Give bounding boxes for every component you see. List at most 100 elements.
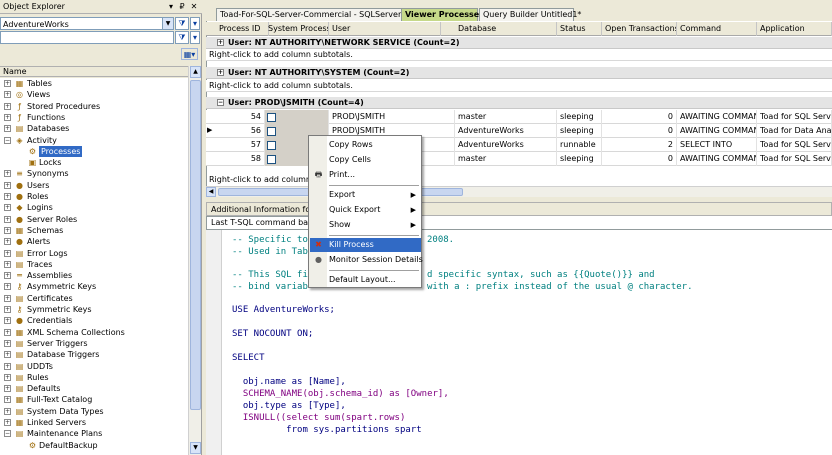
- filter-input[interactable]: [0, 31, 174, 44]
- tree-item-server-triggers[interactable]: + ▤ Server Triggers: [0, 338, 188, 349]
- object-tree[interactable]: + ▦ Tables + ◎ Views + ƒ Stored Procedures + ƒ Func…: [0, 78, 188, 455]
- expand-icon[interactable]: +: [4, 170, 11, 178]
- expand-icon[interactable]: +: [4, 113, 11, 121]
- tree-item-activity[interactable]: − ◈ Activity: [0, 135, 188, 146]
- tree-item-defaults[interactable]: + ▤ Defaults: [0, 383, 188, 394]
- tree-item-defaultbackup[interactable]: ⚙ DefaultBackup: [0, 440, 188, 451]
- tree-item-system-data-types[interactable]: + ▤ System Data Types: [0, 406, 188, 417]
- tree-item-asymmetric-keys[interactable]: + ⚷ Asymmetric Keys: [0, 281, 188, 292]
- tab-query-builder[interactable]: Query Builder Untitled1*: [479, 8, 581, 21]
- tree-item-roles[interactable]: + ● Roles: [0, 191, 188, 202]
- dropdown-icon[interactable]: ▾: [166, 1, 176, 12]
- menu-item-copy-rows[interactable]: Copy Rows: [310, 138, 421, 152]
- expand-icon[interactable]: +: [4, 102, 11, 110]
- scroll-left-icon[interactable]: ◀: [206, 187, 216, 197]
- expand-icon[interactable]: +: [4, 339, 11, 347]
- column-header-user[interactable]: User/: [329, 22, 441, 36]
- system-process-checkbox[interactable]: [267, 141, 276, 150]
- tree-item-databases[interactable]: + ▤ Databases: [0, 123, 188, 134]
- expand-icon[interactable]: +: [4, 306, 11, 313]
- pin-icon[interactable]: ₽: [177, 1, 187, 12]
- close-icon[interactable]: ✕: [189, 1, 199, 12]
- tree-item-locks[interactable]: ▣ Locks: [0, 157, 188, 168]
- tree-item-stored-procedures[interactable]: + ƒ Stored Procedures: [0, 101, 188, 112]
- expand-icon[interactable]: +: [4, 193, 11, 200]
- tree-item-full-text-catalog[interactable]: + ▦ Full-Text Catalog: [0, 394, 188, 405]
- tree-item-database-triggers[interactable]: + ▤ Database Triggers: [0, 349, 188, 360]
- column-header-open-transactions[interactable]: Open Transactions: [602, 22, 677, 36]
- expand-icon[interactable]: +: [4, 294, 11, 302]
- tree-item-views[interactable]: + ◎ Views: [0, 89, 188, 100]
- expand-icon[interactable]: +: [4, 419, 11, 426]
- menu-item-show[interactable]: Show ▶: [310, 218, 421, 232]
- expand-icon[interactable]: +: [4, 362, 11, 370]
- tree-item-linked-servers[interactable]: + ▦ Linked Servers: [0, 417, 188, 428]
- tree-item-schemas[interactable]: + ▦ Schemas: [0, 225, 188, 236]
- tree-item-error-logs[interactable]: + ▤ Error Logs: [0, 248, 188, 259]
- expand-icon[interactable]: +: [4, 407, 11, 415]
- menu-item-monitor-session-details[interactable]: ● Monitor Session Details: [310, 253, 423, 267]
- tree-item-uddts[interactable]: + ▤ UDDTs: [0, 361, 188, 372]
- collapse-icon[interactable]: −: [217, 99, 224, 106]
- system-process-checkbox[interactable]: [267, 155, 276, 164]
- expand-icon[interactable]: +: [4, 238, 11, 246]
- expand-icon[interactable]: +: [4, 260, 11, 268]
- system-process-checkbox[interactable]: [267, 127, 276, 136]
- column-header-application[interactable]: Application: [757, 22, 832, 36]
- expand-icon[interactable]: +: [4, 249, 11, 257]
- tree-item-functions[interactable]: + ƒ Functions: [0, 112, 188, 123]
- expand-icon[interactable]: +: [4, 272, 11, 280]
- table-row[interactable]: 58PROD\JSMITHmastersleeping0AWAITING COM…: [206, 152, 832, 166]
- expand-icon[interactable]: +: [4, 215, 11, 223]
- scroll-down-icon[interactable]: ▼: [190, 442, 201, 454]
- expand-icon[interactable]: +: [4, 204, 11, 212]
- expand-icon[interactable]: +: [4, 396, 11, 404]
- menu-item-kill-process[interactable]: ✖ Kill Process: [310, 238, 421, 252]
- column-header-status[interactable]: Status: [557, 22, 602, 36]
- tree-item-maintenance-plans[interactable]: − ▤ Maintenance Plans: [0, 428, 188, 439]
- expand-icon[interactable]: +: [4, 226, 11, 234]
- column-header-command[interactable]: Command: [677, 22, 757, 36]
- expand-icon[interactable]: +: [4, 373, 11, 381]
- expand-icon[interactable]: +: [217, 39, 224, 46]
- expand-icon[interactable]: +: [4, 91, 11, 99]
- tree-item-users[interactable]: + ● Users: [0, 180, 188, 191]
- group-network-service[interactable]: + User: NT AUTHORITY\NETWORK SERVICE (Co…: [206, 37, 832, 49]
- tree-item-credentials[interactable]: + ● Credentials: [0, 315, 188, 326]
- table-row[interactable]: 56 PROD\JSMITH AdventureWorks sleeping 0 AWAI…: [206, 124, 832, 138]
- group-jsmith[interactable]: − User: PROD\JSMITH (Count=4): [206, 97, 832, 109]
- tree-item-xml-schema-collections[interactable]: + ▦ XML Schema Collections: [0, 327, 188, 338]
- tab-viewer-processes[interactable]: Viewer Processes: [401, 8, 484, 21]
- group-system[interactable]: + User: NT AUTHORITY\SYSTEM (Count=2): [206, 67, 832, 79]
- expand-icon[interactable]: +: [4, 351, 11, 359]
- tree-item-server-roles[interactable]: + ● Server Roles: [0, 214, 188, 225]
- tree-item-rules[interactable]: + ▤ Rules: [0, 372, 188, 383]
- tree-item-processes[interactable]: ⚙ Processes: [0, 145, 188, 157]
- system-process-checkbox[interactable]: [267, 113, 276, 122]
- grid-horizontal-scrollbar[interactable]: ◀: [206, 186, 832, 197]
- collapse-icon[interactable]: −: [4, 136, 11, 144]
- view-options-button[interactable]: ▦▾: [181, 48, 198, 60]
- filter-button[interactable]: ⧩: [175, 17, 189, 30]
- tree-item-logins[interactable]: + ◆ Logins: [0, 202, 188, 213]
- menu-item-quick-export[interactable]: Quick Export ▶: [310, 203, 421, 217]
- menu-item-default-layout[interactable]: Default Layout...: [310, 273, 421, 287]
- tree-item-alerts[interactable]: + ● Alerts: [0, 236, 188, 247]
- column-header-system-process[interactable]: System Process: [265, 22, 329, 36]
- filter-apply-dropdown[interactable]: ▾: [190, 31, 200, 44]
- tree-item-traces[interactable]: + ▤ Traces: [0, 259, 188, 270]
- expand-icon[interactable]: +: [4, 328, 11, 336]
- scroll-up-icon[interactable]: ▲: [190, 66, 201, 78]
- tree-item-symmetric-keys[interactable]: + ⚷ Symmetric Keys: [0, 304, 188, 315]
- expand-icon[interactable]: +: [4, 283, 11, 291]
- tree-item-assemblies[interactable]: + ═ Assemblies: [0, 270, 188, 281]
- chevron-down-icon[interactable]: ▼: [162, 18, 173, 29]
- expand-icon[interactable]: +: [4, 317, 11, 325]
- tree-item-synonyms[interactable]: + ≡ Synonyms: [0, 168, 188, 179]
- tree-item-tables[interactable]: + ▦ Tables: [0, 78, 188, 89]
- expand-icon[interactable]: +: [4, 181, 11, 189]
- connection-select[interactable]: AdventureWorks ▼: [0, 17, 174, 30]
- tree-column-header[interactable]: Name: [0, 66, 188, 77]
- expand-icon[interactable]: +: [217, 69, 224, 76]
- table-row[interactable]: 57PROD\JSMITHAdventureWorksrunnable2SELE…: [206, 138, 832, 152]
